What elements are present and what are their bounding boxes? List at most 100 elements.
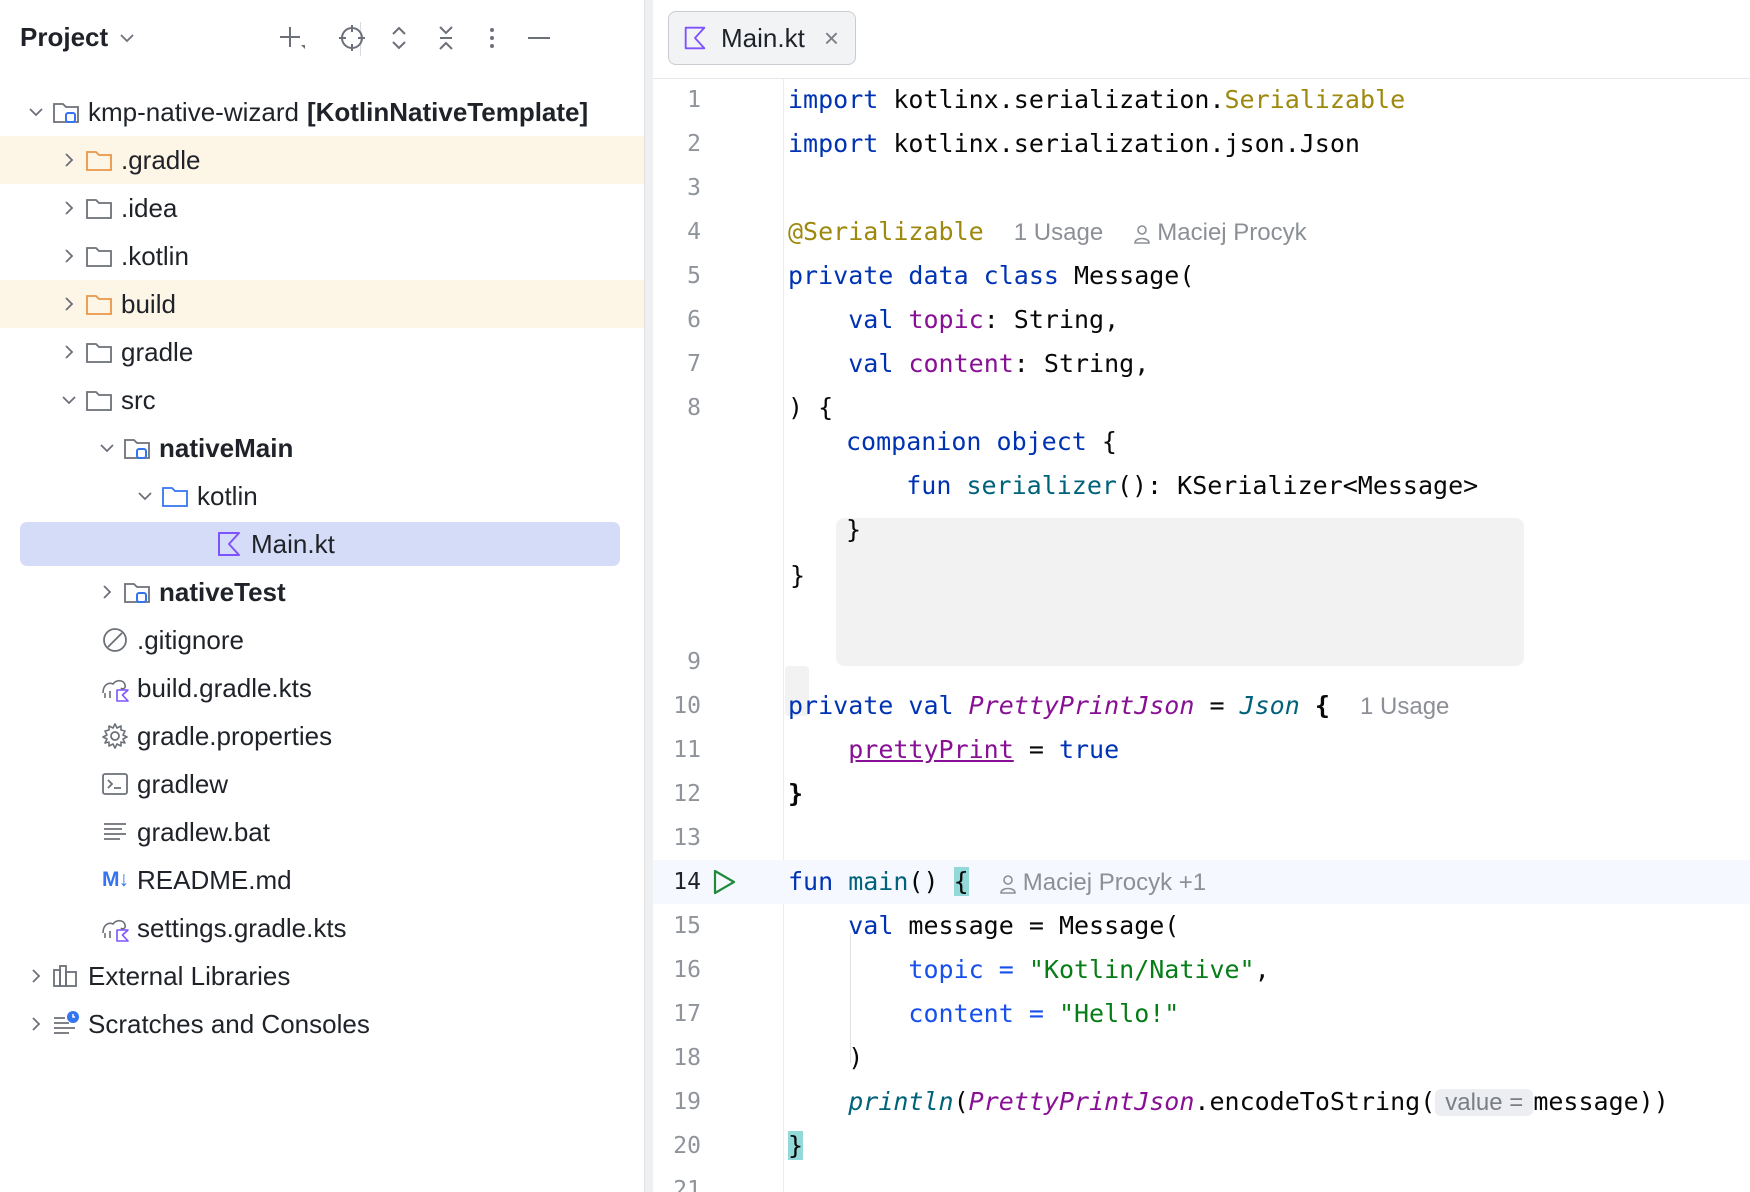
line-number: 6	[687, 307, 701, 333]
tree-item-dot-gradle[interactable]: .gradle	[0, 136, 644, 184]
chevron-down-icon[interactable]	[93, 434, 121, 462]
scratches-icon	[50, 1008, 82, 1040]
folder-icon	[83, 192, 115, 224]
tree-item-label: src	[121, 384, 156, 415]
chevron-right-icon[interactable]	[55, 290, 83, 318]
line-number-current: 14	[673, 869, 701, 895]
tree-item-nativemain[interactable]: nativeMain	[0, 424, 644, 472]
chevron-right-icon[interactable]	[22, 962, 50, 990]
code-line-1: import kotlinx.serialization.Serializabl…	[788, 85, 1406, 114]
chevron-right-icon[interactable]	[55, 242, 83, 270]
tree-item-settings-gradle-kts[interactable]: settings.gradle.kts	[0, 904, 644, 952]
test-root-folder-icon	[121, 576, 153, 608]
chevron-down-icon[interactable]	[55, 386, 83, 414]
close-tab-icon[interactable]: ×	[824, 24, 839, 52]
tree-item-label: Scratches and Consoles	[88, 1008, 370, 1039]
line-number: 12	[673, 781, 701, 807]
tree-item-gradlew-bat[interactable]: gradlew.bat	[0, 808, 644, 856]
run-main-icon[interactable]	[711, 860, 741, 904]
tree-item-label: Main.kt	[251, 528, 335, 559]
project-tool-window: Project kmp-native-wizard [KotlinNativeT…	[0, 0, 644, 1192]
author-hint[interactable]: Maciej Procyk +1	[999, 869, 1206, 896]
line-number: 18	[673, 1045, 701, 1071]
tree-item-src[interactable]: src	[0, 376, 644, 424]
tree-item-external-libraries[interactable]: External Libraries	[0, 952, 644, 1000]
tree-item-readme[interactable]: M↓ README.md	[0, 856, 644, 904]
usages-hint[interactable]: 1 Usage	[1360, 693, 1449, 720]
line-number: 5	[687, 263, 701, 289]
hide-panel-icon[interactable]	[519, 18, 559, 58]
locate-file-icon[interactable]	[332, 18, 372, 58]
parameter-name-hint[interactable]: value =	[1435, 1089, 1534, 1116]
line-number: 21	[673, 1177, 701, 1192]
expand-all-icon[interactable]	[379, 18, 419, 58]
tree-item-nativetest[interactable]: nativeTest	[0, 568, 644, 616]
collapse-all-icon[interactable]	[426, 18, 466, 58]
tree-item-label: nativeMain	[159, 432, 294, 463]
tree-item-gradlew[interactable]: gradlew	[0, 760, 644, 808]
tree-item-label: .kotlin	[121, 240, 189, 271]
chevron-right-icon[interactable]	[55, 194, 83, 222]
tree-item-build-gradle-kts[interactable]: build.gradle.kts	[0, 664, 644, 712]
tree-item-label: kotlin	[197, 480, 258, 511]
new-file-icon[interactable]	[272, 18, 312, 58]
tree-item-dot-idea[interactable]: .idea	[0, 184, 644, 232]
settings-gear-icon	[99, 720, 131, 752]
tree-item-label: .gitignore	[137, 624, 244, 655]
kotlin-file-icon	[213, 528, 245, 560]
source-root-folder-icon	[121, 432, 153, 464]
tree-item-main-kt[interactable]: Main.kt	[0, 520, 644, 568]
line-number: 16	[673, 957, 701, 983]
libraries-icon	[50, 960, 82, 992]
chevron-right-icon[interactable]	[55, 338, 83, 366]
tree-item-gradle-properties[interactable]: gradle.properties	[0, 712, 644, 760]
line-number: 1	[687, 87, 701, 113]
project-view-selector[interactable]: Project	[20, 22, 136, 53]
gradle-kts-icon	[99, 912, 131, 944]
chevron-right-icon[interactable]	[55, 146, 83, 174]
editor-tab-bar: Main.kt ×	[653, 0, 1750, 79]
chevron-right-icon[interactable]	[93, 578, 121, 606]
tab-main-kt[interactable]: Main.kt ×	[668, 11, 856, 65]
tree-item-label: gradle.properties	[137, 720, 333, 751]
author-hint[interactable]: Maciej Procyk	[1133, 219, 1307, 246]
tree-item-dot-kotlin[interactable]: .kotlin	[0, 232, 644, 280]
line-number: 13	[673, 825, 701, 851]
code-line-11: prettyPrint = true	[848, 735, 1120, 764]
tab-label: Main.kt	[721, 22, 805, 53]
chevron-down-icon[interactable]	[131, 482, 159, 510]
code-line-17: content = "Hello!"	[908, 999, 1180, 1028]
markdown-icon: M↓	[102, 868, 129, 891]
line-number: 7	[687, 351, 701, 377]
folded-line-1: companion object {	[846, 427, 1117, 456]
folder-excluded-icon	[83, 288, 115, 320]
tree-item-label: gradlew	[137, 768, 229, 799]
code-area[interactable]: 1 2 3 4 5 6 7 8 9 10 11 12 13 14 15 16 1…	[653, 78, 1750, 1192]
tree-item-kotlin-source[interactable]: kotlin	[0, 472, 644, 520]
project-panel-header: Project	[0, 0, 644, 76]
tree-item-label: .idea	[121, 192, 178, 223]
folded-line-3: }	[846, 515, 862, 544]
usages-hint[interactable]: 1 Usage	[1014, 219, 1103, 246]
module-folder-icon	[50, 96, 82, 128]
tree-item-gradle[interactable]: gradle	[0, 328, 644, 376]
chevron-down-icon[interactable]	[22, 98, 50, 126]
code-line-19: println(PrettyPrintJson.encodeToString(v…	[848, 1087, 1669, 1116]
folder-icon	[83, 336, 115, 368]
folded-line-2: fun serializer(): KSerializer<Message>	[906, 471, 1479, 500]
line-number: 2	[687, 131, 701, 157]
tree-item-label: build	[121, 288, 176, 319]
tree-item-gitignore[interactable]: .gitignore	[0, 616, 644, 664]
chevron-right-icon[interactable]	[22, 1010, 50, 1038]
line-number: 19	[673, 1089, 701, 1115]
kotlin-file-icon	[684, 26, 706, 50]
tree-item-root-module[interactable]: kmp-native-wizard [KotlinNativeTemplate]	[0, 88, 644, 136]
options-menu-icon[interactable]	[472, 18, 512, 58]
line-number: 10	[673, 693, 701, 719]
code-line-10: private val PrettyPrintJson = Json { 1 U…	[788, 691, 1450, 720]
tree-item-build[interactable]: build	[0, 280, 644, 328]
tree-item-label: kmp-native-wizard	[88, 96, 299, 127]
code-line-14: fun main() { Maciej Procyk +1	[788, 867, 1207, 896]
code-line-8: ) {	[788, 393, 834, 422]
tree-item-scratches[interactable]: Scratches and Consoles	[0, 1000, 644, 1048]
